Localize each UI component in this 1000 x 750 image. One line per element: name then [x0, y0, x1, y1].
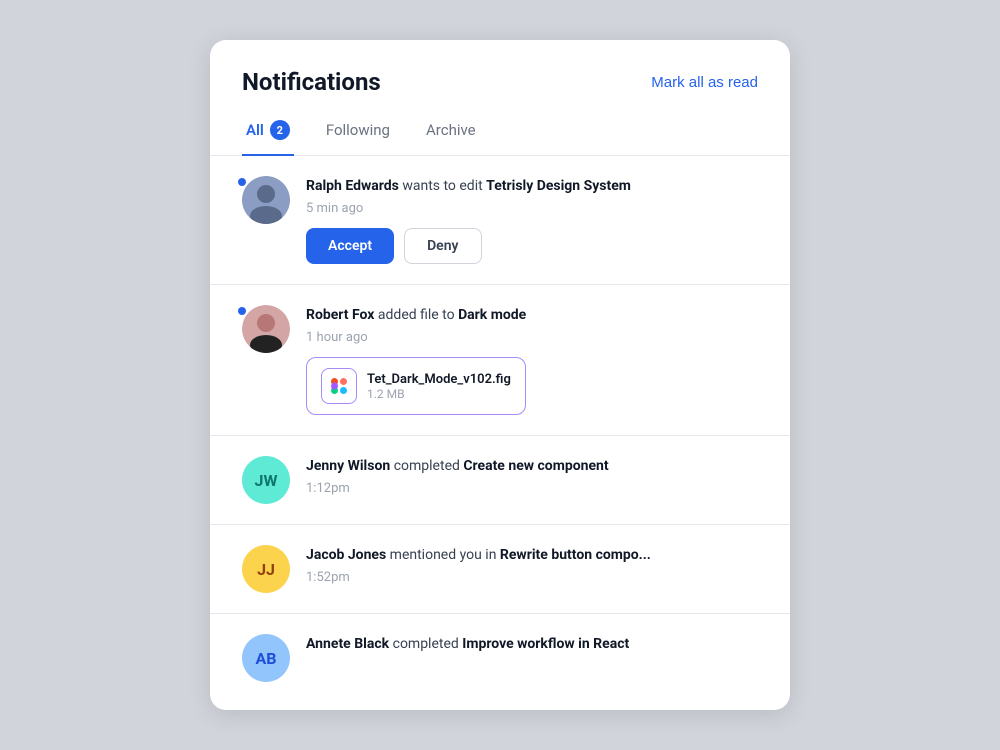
- notification-target: Rewrite button compo...: [500, 547, 651, 563]
- action-buttons: Accept Deny: [306, 228, 758, 264]
- file-name: Tet_Dark_Mode_v102.fig: [367, 372, 511, 387]
- tab-archive[interactable]: Archive: [422, 113, 480, 155]
- tab-following-label: Following: [326, 121, 390, 139]
- avatar: [242, 176, 290, 224]
- notification-content: Jenny Wilson completed Create new compon…: [306, 456, 758, 496]
- avatar: [242, 305, 290, 353]
- unread-indicator: [236, 176, 248, 188]
- notification-text: Jenny Wilson completed Create new compon…: [306, 456, 758, 477]
- notification-action: wants to edit: [402, 178, 486, 194]
- notification-panel: Notifications Mark all as read All 2 Fol…: [210, 40, 790, 710]
- avatar-wrap: [242, 176, 290, 224]
- avatar-wrap: JJ: [242, 545, 290, 593]
- file-attachment[interactable]: Tet_Dark_Mode_v102.fig 1.2 MB: [306, 357, 526, 415]
- notification-text: Robert Fox added file to Dark mode: [306, 305, 758, 326]
- notification-user: Jacob Jones: [306, 547, 386, 563]
- tab-all-badge: 2: [270, 120, 290, 140]
- notification-action: mentioned you in: [390, 547, 500, 563]
- notification-content: Annete Black completed Improve workflow …: [306, 634, 758, 659]
- tabs-bar: All 2 Following Archive: [210, 96, 790, 156]
- unread-indicator: [236, 305, 248, 317]
- file-info: Tet_Dark_Mode_v102.fig 1.2 MB: [367, 372, 511, 401]
- notification-action: completed: [393, 636, 463, 652]
- notification-user: Annete Black: [306, 636, 389, 652]
- notification-action: completed: [394, 458, 464, 474]
- avatar: JJ: [242, 545, 290, 593]
- tab-all-label: All: [246, 121, 264, 139]
- tab-all[interactable]: All 2: [242, 112, 294, 156]
- notification-target: Tetrisly Design System: [486, 178, 631, 194]
- avatar: AB: [242, 634, 290, 682]
- notification-content: Robert Fox added file to Dark mode 1 hou…: [306, 305, 758, 415]
- tab-following[interactable]: Following: [322, 113, 394, 155]
- avatar-wrap: AB: [242, 634, 290, 682]
- notification-time: 1:52pm: [306, 570, 758, 585]
- notification-content: Ralph Edwards wants to edit Tetrisly Des…: [306, 176, 758, 264]
- notification-list: Ralph Edwards wants to edit Tetrisly Des…: [210, 156, 790, 710]
- file-size: 1.2 MB: [367, 387, 511, 401]
- panel-title: Notifications: [242, 68, 381, 96]
- notification-action: added file to: [378, 307, 458, 323]
- notification-time: 1 hour ago: [306, 330, 758, 345]
- notification-user: Robert Fox: [306, 307, 374, 323]
- notification-content: Jacob Jones mentioned you in Rewrite but…: [306, 545, 758, 585]
- notification-item: JJ Jacob Jones mentioned you in Rewrite …: [210, 525, 790, 614]
- notification-item: JW Jenny Wilson completed Create new com…: [210, 436, 790, 525]
- deny-button[interactable]: Deny: [404, 228, 481, 264]
- notification-time: 1:12pm: [306, 481, 758, 496]
- tab-archive-label: Archive: [426, 121, 476, 139]
- notification-user: Jenny Wilson: [306, 458, 390, 474]
- avatar-wrap: [242, 305, 290, 353]
- notification-target: Dark mode: [458, 307, 526, 323]
- figma-file-icon: [321, 368, 357, 404]
- notification-time: 5 min ago: [306, 201, 758, 216]
- notification-item: AB Annete Black completed Improve workfl…: [210, 614, 790, 710]
- notification-text: Jacob Jones mentioned you in Rewrite but…: [306, 545, 758, 566]
- notification-item: Ralph Edwards wants to edit Tetrisly Des…: [210, 156, 790, 285]
- notification-text: Ralph Edwards wants to edit Tetrisly Des…: [306, 176, 758, 197]
- notification-user: Ralph Edwards: [306, 178, 399, 194]
- notification-text: Annete Black completed Improve workflow …: [306, 634, 758, 655]
- accept-button[interactable]: Accept: [306, 228, 394, 264]
- avatar: JW: [242, 456, 290, 504]
- avatar-wrap: JW: [242, 456, 290, 504]
- mark-all-read-button[interactable]: Mark all as read: [651, 74, 758, 91]
- notification-target: Improve workflow in React: [462, 636, 629, 652]
- panel-header: Notifications Mark all as read: [210, 40, 790, 96]
- notification-target: Create new component: [463, 458, 608, 474]
- notification-item: Robert Fox added file to Dark mode 1 hou…: [210, 285, 790, 436]
